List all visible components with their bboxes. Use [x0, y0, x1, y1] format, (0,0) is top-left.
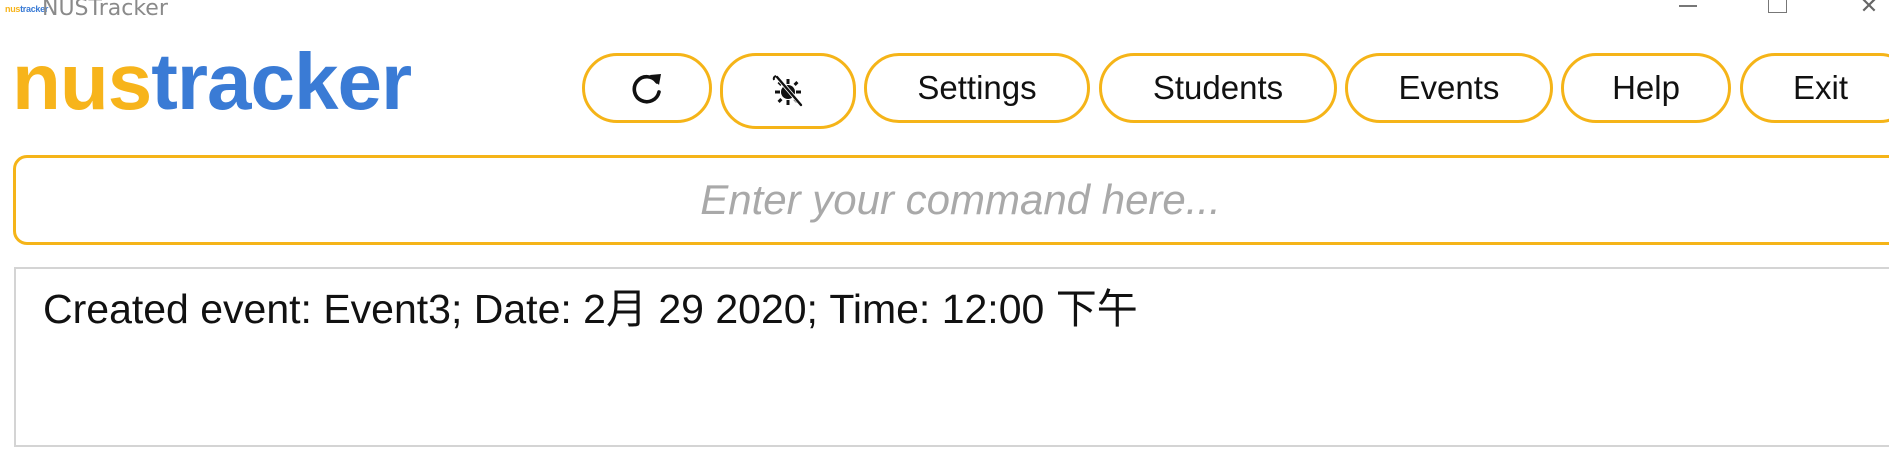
app-icon-text-nus: nus	[5, 4, 21, 14]
events-button[interactable]: Events	[1345, 53, 1553, 123]
students-button[interactable]: Students	[1099, 53, 1337, 123]
logo-tracker: tracker	[151, 37, 412, 126]
refresh-button[interactable]	[582, 53, 712, 123]
window-titlebar: nustracker NUSTracker ✕	[0, 0, 1889, 22]
maximize-icon	[1768, 0, 1787, 13]
theme-toggle-icon	[772, 75, 803, 107]
refresh-icon	[632, 74, 661, 104]
app-logo: nustracker	[12, 34, 412, 130]
maximize-button[interactable]	[1757, 0, 1797, 17]
close-button[interactable]: ✕	[1849, 0, 1889, 19]
exit-button[interactable]: Exit	[1740, 53, 1889, 123]
minimize-icon	[1679, 5, 1697, 7]
command-box	[13, 155, 1889, 245]
logo-nus: nus	[12, 37, 152, 126]
help-button[interactable]: Help	[1561, 53, 1731, 123]
command-input[interactable]	[16, 158, 1889, 242]
minimize-button[interactable]	[1668, 0, 1708, 17]
close-icon: ✕	[1859, 0, 1879, 19]
theme-toggle-button[interactable]	[720, 53, 856, 129]
window-title: NUSTracker	[42, 0, 168, 21]
result-message: Created event: Event3; Date: 2月 29 2020;…	[43, 286, 1138, 332]
app-logo-icon: nustracker	[5, 1, 48, 17]
settings-button[interactable]: Settings	[864, 53, 1090, 123]
result-display: Created event: Event3; Date: 2月 29 2020;…	[14, 267, 1889, 447]
